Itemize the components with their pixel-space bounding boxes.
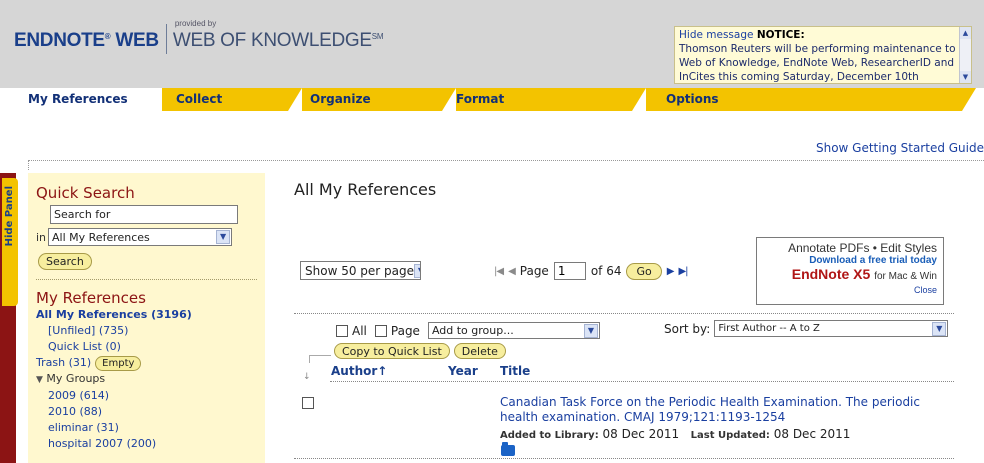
triangle-down-icon: ▼ (36, 375, 43, 385)
column-title[interactable]: Title (500, 364, 530, 378)
column-author[interactable]: Author↑ (331, 364, 387, 378)
main-tabs: My References Collect Organize Format Op… (16, 88, 984, 111)
group-link[interactable]: hospital 2007 (200) (36, 436, 257, 452)
unfiled-link[interactable]: [Unfiled] (735) (36, 323, 257, 339)
trash-row: Trash (31) Empty (36, 355, 257, 371)
search-scope-select[interactable]: All My References ▼ (48, 228, 233, 246)
group-link[interactable]: 2009 (614) (36, 388, 257, 404)
action-buttons: Copy to Quick List Delete (334, 343, 506, 359)
selection-bracket (309, 355, 331, 363)
sort-label: Sort by: (664, 321, 711, 336)
next-page-icon[interactable]: ▶ (667, 266, 675, 277)
content-divider-vertical (28, 160, 29, 170)
select-all-checkbox[interactable] (336, 324, 348, 337)
sidebar: Quick Search in All My References ▼ Sear… (28, 173, 265, 463)
logo-endnote-text: ENDNOTE® WEB (14, 30, 159, 51)
notice-scrollbar[interactable]: ▲ ▼ (959, 27, 971, 83)
scroll-up-icon[interactable]: ▲ (960, 27, 971, 39)
in-label: in (36, 230, 47, 244)
select-page-checkbox[interactable] (374, 324, 387, 337)
reference-dates: Added to Library: 08 Dec 2011 Last Updat… (500, 427, 851, 441)
chevron-down-icon: ▼ (932, 321, 947, 336)
logo-divider (165, 24, 167, 54)
per-page-select[interactable]: Show 50 per page ▼ (300, 261, 421, 280)
group-link[interactable]: eliminar (31) (36, 420, 257, 436)
endnote-logo[interactable]: ENDNOTE® WEB provided by WEB OF KNOWLEDG… (14, 19, 384, 54)
quick-search-title: Quick Search (36, 184, 135, 202)
all-my-references-link[interactable]: All My References (3196) (36, 307, 257, 323)
tab-options[interactable]: Options (646, 88, 976, 111)
pagination: |◀ ◀ Page of 64 Go ▶ ▶| (494, 262, 689, 280)
endnote-web-page: ENDNOTE® WEB provided by WEB OF KNOWLEDG… (0, 0, 984, 463)
search-scope-row: in All My References ▼ (36, 228, 257, 246)
reference-checkbox[interactable] (302, 397, 314, 409)
reference-title-link[interactable]: Canadian Task Force on the Periodic Heal… (500, 395, 940, 425)
sort-controls: Sort by: First Author -- A to Z ▼ (664, 320, 949, 337)
page-title: All My References (294, 180, 437, 199)
page-count: of 64 (590, 264, 622, 278)
trash-link[interactable]: Trash (31) (36, 355, 91, 371)
tab-organize[interactable]: Organize (302, 88, 456, 111)
column-year[interactable]: Year (448, 364, 478, 378)
logo-provided-by: provided by (174, 19, 217, 28)
delete-button[interactable]: Delete (453, 343, 506, 359)
selection-controls: All Page Add to group... ▼ (336, 322, 600, 339)
scroll-down-icon[interactable]: ▼ (960, 71, 971, 83)
previous-page-icon[interactable]: ◀ (508, 266, 516, 277)
sort-select[interactable]: First Author -- A to Z ▼ (714, 320, 949, 337)
hide-panel-label: Hide Panel (4, 186, 15, 247)
endnote-ad-banner[interactable]: Annotate PDFs • Edit Styles Download a f… (756, 237, 944, 305)
chevron-down-icon: ▼ (583, 323, 598, 338)
per-page-control: Show 50 per page ▼ (300, 261, 421, 280)
list-top-divider (294, 313, 954, 314)
ad-close-link[interactable]: Close (763, 285, 937, 295)
first-page-icon[interactable]: |◀ (494, 266, 504, 277)
chevron-down-icon: ▼ (216, 230, 231, 244)
tab-my-references[interactable]: My References (16, 88, 158, 111)
content-divider (28, 160, 984, 161)
empty-trash-button[interactable]: Empty (95, 355, 142, 371)
tab-format[interactable]: Format (456, 88, 646, 111)
notice-label: NOTICE: (756, 29, 805, 41)
sub-toolbar (16, 111, 984, 139)
ad-headline: Annotate PDFs • Edit Styles (788, 241, 937, 255)
chevron-down-icon: ▼ (414, 263, 420, 278)
header-bar: ENDNOTE® WEB provided by WEB OF KNOWLEDG… (0, 0, 984, 88)
sort-ascending-icon: ↑ (377, 364, 388, 378)
arrow-down-icon: ↓ (303, 372, 311, 382)
ad-product: EndNote X5 for Mac & Win (791, 266, 937, 282)
go-button[interactable]: Go (626, 262, 662, 280)
folder-icon[interactable] (501, 442, 515, 456)
select-all-label: All (352, 323, 367, 338)
select-page-label: Page (390, 323, 420, 338)
notice-box: Hide message NOTICE: Thomson Reuters wil… (674, 26, 972, 84)
last-page-icon[interactable]: ▶| (678, 266, 688, 277)
row-divider (294, 458, 954, 459)
hide-message-link[interactable]: Hide message (679, 29, 753, 41)
group-link[interactable]: 2010 (88) (36, 404, 257, 420)
quick-search-input[interactable] (50, 205, 238, 224)
page-number-input[interactable] (553, 262, 586, 280)
ad-trial-text: Download a free trial today (809, 255, 937, 266)
logo-wok: provided by WEB OF KNOWLEDGESM (172, 19, 384, 51)
add-to-group-select[interactable]: Add to group... ▼ (427, 322, 600, 339)
sidebar-divider (36, 279, 257, 280)
my-references-title: My References (36, 289, 146, 307)
show-getting-started-link[interactable]: Show Getting Started Guide (816, 141, 984, 155)
header-divider (330, 381, 954, 382)
tab-collect[interactable]: Collect (162, 88, 302, 111)
hide-panel-tab[interactable]: Hide Panel (2, 178, 18, 306)
my-groups-header[interactable]: ▼ My Groups (36, 371, 257, 388)
page-label: Page (519, 264, 549, 278)
quick-list-link[interactable]: Quick List (0) (36, 339, 257, 355)
notice-text: Thomson Reuters will be performing maint… (679, 43, 956, 83)
search-button[interactable]: Search (38, 253, 92, 270)
copy-to-quick-list-button[interactable]: Copy to Quick List (334, 343, 450, 359)
